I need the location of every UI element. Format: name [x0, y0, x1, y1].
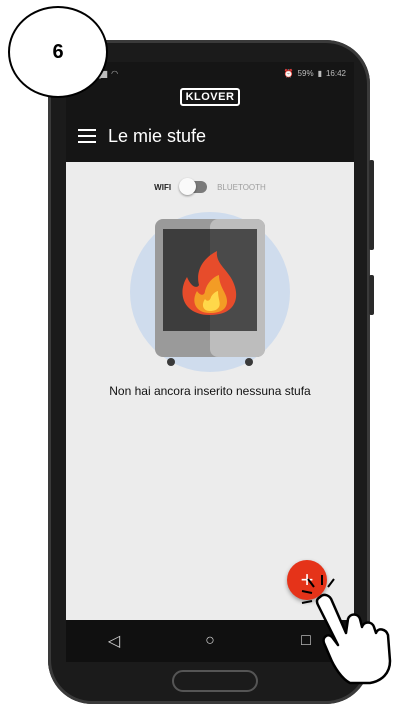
- home-nav-button[interactable]: ○: [190, 626, 230, 656]
- toggle-knob: [179, 178, 197, 195]
- bluetooth-label: BLUETOOTH: [217, 182, 266, 192]
- connection-toggle-switch[interactable]: [179, 178, 208, 195]
- pointing-hand-icon: [301, 575, 392, 685]
- back-nav-button[interactable]: ◁: [94, 626, 134, 656]
- back-icon: ◁: [107, 633, 121, 650]
- empty-state-message: Non hai ancora inserito nessuna stufa: [109, 384, 311, 398]
- home-icon: ○: [205, 632, 215, 649]
- clock: 16:42: [325, 68, 346, 78]
- connection-toggle-row: WIFI BLUETOOTH: [66, 178, 354, 195]
- alarm-icon: ⏰: [283, 68, 294, 78]
- wifi-status-icon: ◠: [111, 68, 119, 78]
- step-number-badge: 6: [8, 6, 108, 98]
- brand-logo: KLOVER: [179, 88, 241, 106]
- page-title: Le mie stufe: [108, 125, 207, 146]
- battery-percent: 59%: [297, 68, 314, 78]
- power-button: [369, 275, 374, 315]
- battery-icon: ▮: [317, 68, 322, 78]
- step-number: 6: [52, 40, 64, 63]
- status-bar: RE ▂▄▆ ◠ ⏰ 59% ▮ 16:42: [66, 62, 354, 84]
- hamburger-menu-icon[interactable]: [78, 129, 96, 143]
- brand-bar: KLOVER: [66, 84, 354, 110]
- app-screen: RE ▂▄▆ ◠ ⏰ 59% ▮ 16:42 KLOVER Le mie stu…: [66, 62, 354, 620]
- volume-button: [369, 160, 374, 250]
- physical-home-key: [172, 670, 258, 692]
- wifi-label: WIFI: [154, 182, 172, 192]
- app-bar: Le mie stufe: [66, 110, 354, 162]
- pellet-stove-fire-icon: [130, 212, 290, 372]
